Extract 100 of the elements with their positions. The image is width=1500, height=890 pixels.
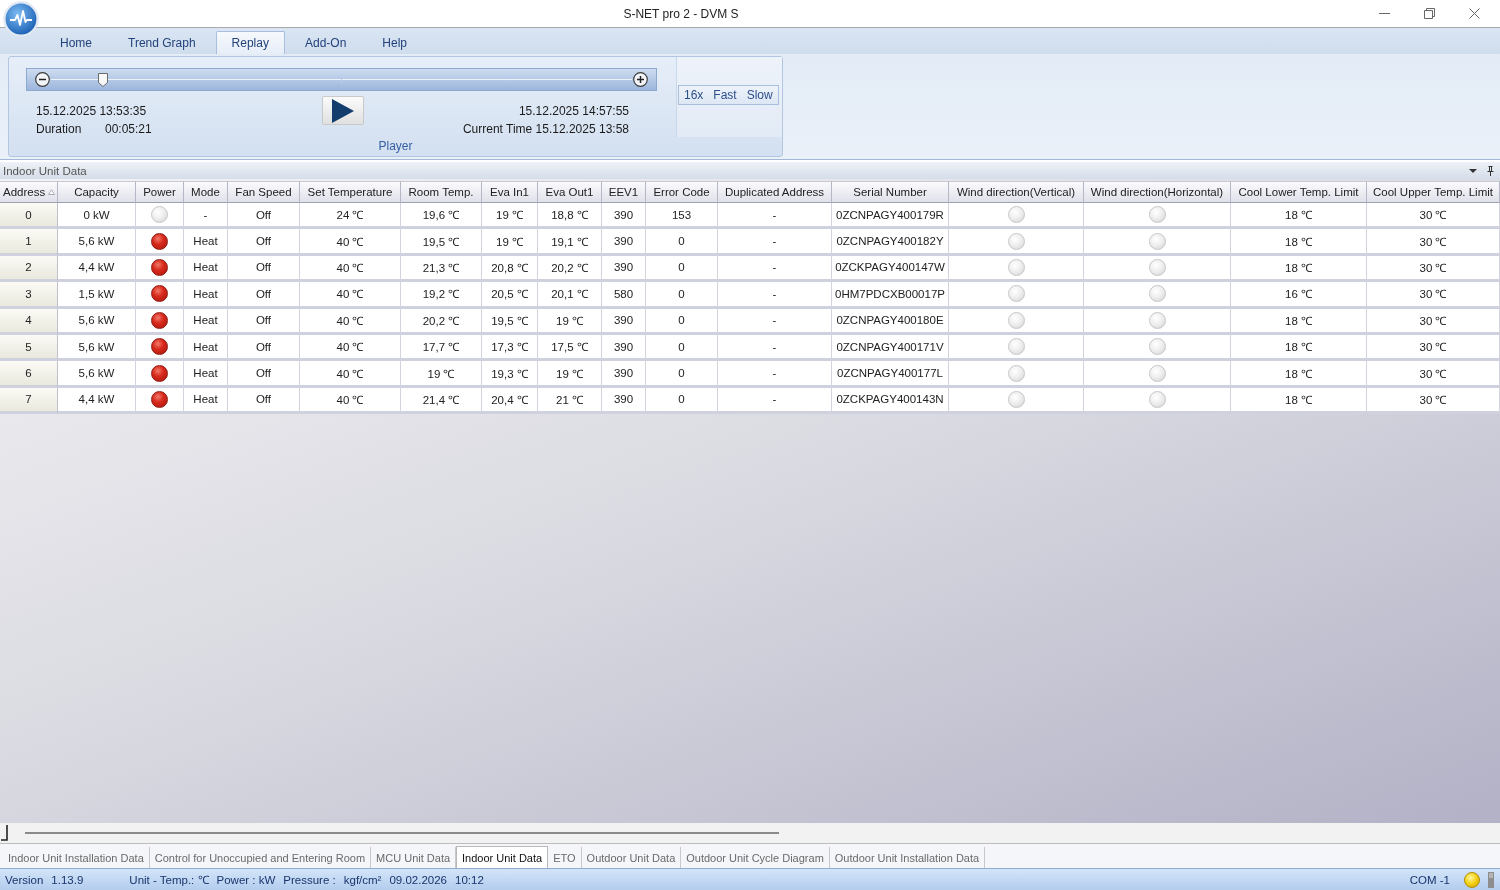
row-header[interactable]: 3 (0, 282, 58, 309)
pressure-unit: kgf/cm² (343, 873, 382, 886)
column-header[interactable]: Capacity (58, 181, 136, 203)
table-cell: 390 (602, 361, 646, 388)
table-cell: Off (228, 282, 300, 309)
ribbon-tab[interactable]: Help (366, 31, 423, 54)
vertical-bar-icon (1488, 871, 1494, 888)
play-icon (331, 98, 354, 123)
slider-thumb[interactable] (98, 72, 109, 87)
table-cell: Heat (184, 387, 228, 415)
table-cell: 390 (602, 229, 646, 256)
table-cell: 580 (602, 282, 646, 309)
table-cell: 5,6 kW (58, 361, 136, 388)
row-header[interactable]: 6 (0, 361, 58, 388)
table-cell: 5,6 kW (58, 308, 136, 335)
table-cell: 19 ℃ (482, 229, 538, 256)
column-header[interactable]: Duplicated Address (718, 181, 832, 203)
table-cell: Heat (184, 361, 228, 388)
table-cell: 40 ℃ (300, 334, 401, 362)
pressure-label: Pressure : (283, 873, 336, 886)
table-cell: 20,1 ℃ (538, 282, 602, 309)
column-header[interactable]: Wind direction(Vertical) (949, 181, 1084, 203)
table-cell: 24 ℃ (300, 203, 401, 230)
table-cell: 0ZCNPAGY400180E (832, 308, 949, 335)
table-cell: 390 (602, 255, 646, 283)
table-cell: Off (228, 361, 300, 388)
table-cell: 30 ℃ (1367, 203, 1500, 230)
duration-value: 00:05:21 (105, 121, 152, 138)
speed-button[interactable]: Fast (708, 86, 742, 104)
sheet-tab[interactable]: Indoor Unit Data (456, 846, 549, 868)
row-header[interactable]: 7 (0, 387, 58, 415)
table-cell: 390 (602, 308, 646, 335)
column-header[interactable]: Serial Number (832, 181, 949, 203)
row-header[interactable]: 5 (0, 334, 58, 362)
table-cell: 18 ℃ (1231, 255, 1367, 283)
table-cell: 21,4 ℃ (401, 387, 482, 415)
table-cell: 0 (646, 387, 718, 415)
column-header[interactable]: Cool Lower Temp. Limit (1231, 181, 1367, 203)
table-cell: 19,6 ℃ (401, 203, 482, 230)
table-cell: 0 (646, 308, 718, 335)
row-header[interactable]: 2 (0, 255, 58, 283)
minus-circle-icon[interactable] (35, 72, 50, 87)
table-cell: 390 (602, 203, 646, 230)
table-cell: 40 ℃ (300, 282, 401, 309)
dropdown-arrow-icon[interactable] (1469, 168, 1477, 173)
ribbon-tab[interactable]: Home (44, 31, 108, 54)
table-cell: 19 ℃ (538, 361, 602, 388)
column-header[interactable]: Address (0, 181, 58, 203)
table-cell: 0ZCKPAGY400147W (832, 255, 949, 283)
table-cell: 1,5 kW (58, 282, 136, 309)
table-cell: 4,4 kW (58, 255, 136, 283)
table-cell: 0HM7PDCXB00017P (832, 282, 949, 309)
table-cell: 390 (602, 387, 646, 415)
column-header[interactable]: Mode (184, 181, 228, 203)
speed-button[interactable]: Slow (741, 86, 778, 104)
table-cell: Off (228, 255, 300, 283)
row-header[interactable]: 1 (0, 229, 58, 256)
table-cell: 18,8 ℃ (538, 203, 602, 230)
table-cell: 30 ℃ (1367, 255, 1500, 283)
table-cell: 17,3 ℃ (482, 334, 538, 362)
table-cell: 30 ℃ (1367, 361, 1500, 388)
column-header[interactable]: Eva Out1 (538, 181, 602, 203)
column-header[interactable]: Wind direction(Horizontal) (1084, 181, 1231, 203)
scrollbar-thumb[interactable] (25, 832, 779, 834)
table-cell: 5,6 kW (58, 334, 136, 362)
column-header[interactable]: EEV1 (602, 181, 646, 203)
ribbon-tab[interactable]: Replay (215, 31, 285, 54)
table-cell: Heat (184, 282, 228, 309)
ribbon-tab[interactable]: Trend Graph (112, 31, 212, 54)
table-cell: - (718, 282, 832, 309)
column-header[interactable]: Power (136, 181, 184, 203)
table-cell: 20,4 ℃ (482, 387, 538, 415)
column-header[interactable]: Set Temperature (300, 181, 401, 203)
table-cell: 0 (646, 255, 718, 283)
ribbon-tab[interactable]: Add-On (288, 31, 363, 54)
table-cell: 19 ℃ (482, 203, 538, 230)
speed-button[interactable]: 16x (679, 86, 709, 104)
table-cell: 18 ℃ (1231, 334, 1367, 362)
table-cell: 30 ℃ (1367, 387, 1500, 415)
table-cell: 20,5 ℃ (482, 282, 538, 309)
row-header[interactable]: 4 (0, 308, 58, 335)
column-header[interactable]: Error Code (646, 181, 718, 203)
plus-circle-icon[interactable] (633, 72, 648, 87)
play-button[interactable] (321, 96, 364, 125)
table-cell: Off (228, 387, 300, 415)
table-cell: 19 ℃ (538, 308, 602, 335)
row-header[interactable]: 0 (0, 203, 58, 230)
column-header[interactable]: Fan Speed (228, 181, 300, 203)
column-header[interactable]: Cool Upper Temp. Limit (1367, 181, 1500, 203)
column-header[interactable]: Room Temp. (401, 181, 482, 203)
start-time: 15.12.2025 13:53:35 (36, 103, 147, 120)
table-cell: 40 ℃ (300, 361, 401, 388)
table-cell: 20,8 ℃ (482, 255, 538, 283)
table-cell: 390 (602, 334, 646, 362)
table-cell: 21 ℃ (538, 387, 602, 415)
table-cell: Heat (184, 308, 228, 335)
pin-icon[interactable] (1487, 165, 1494, 176)
table-cell: 0 (646, 282, 718, 309)
table-cell: 40 ℃ (300, 387, 401, 415)
column-header[interactable]: Eva In1 (482, 181, 538, 203)
